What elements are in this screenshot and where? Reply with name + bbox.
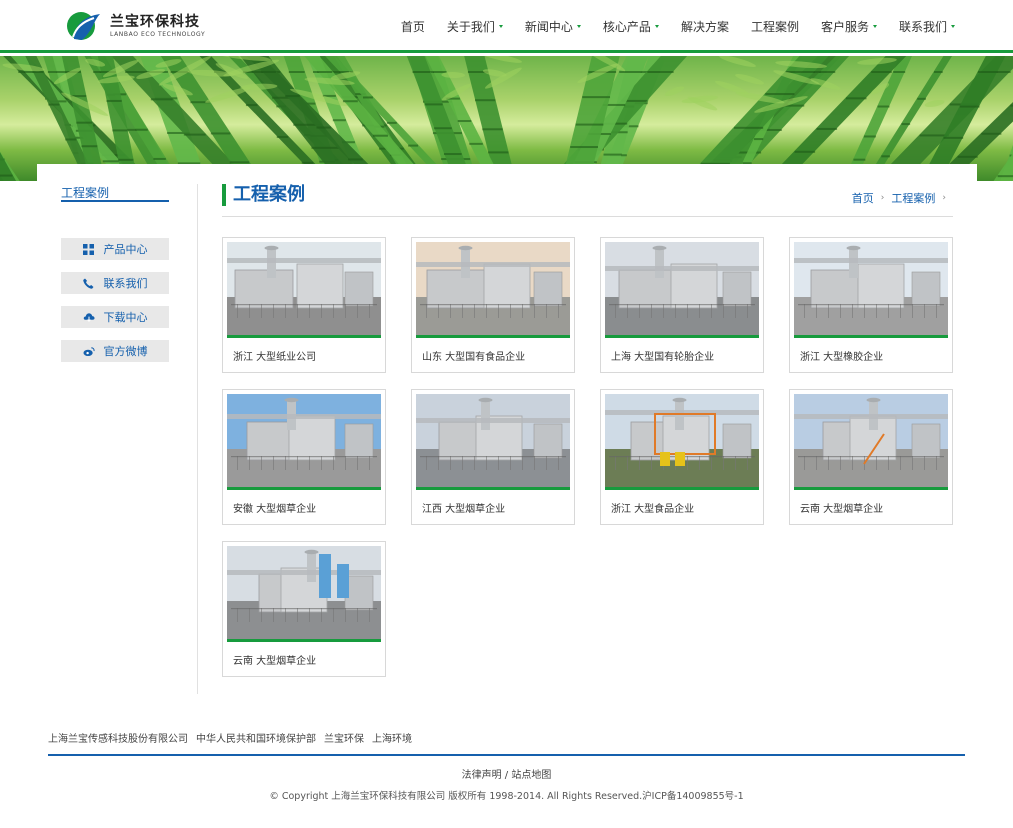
case-card[interactable]: 上海 大型国有轮胎企业 [600, 237, 764, 373]
nav-item-4[interactable]: 解决方案 [681, 18, 729, 35]
case-card[interactable]: 浙江 大型橡胶企业 [789, 237, 953, 373]
case-caption: 云南 大型烟草企业 [800, 504, 884, 515]
logo[interactable]: 兰宝环保科技 LANBAO ECO TECHNOLOGY [64, 10, 205, 42]
case-caption: 浙江 大型橡胶企业 [800, 352, 884, 363]
nav-item-6[interactable]: 客户服务 [821, 18, 877, 35]
footer-legal[interactable]: 法律声明 / 站点地图 [0, 766, 1013, 781]
sidebar: 工程案例 产品中心联系我们下载中心官方微博 [61, 184, 169, 362]
site-header: 兰宝环保科技 LANBAO ECO TECHNOLOGY 首页 关于我们 新闻中心 核… [0, 0, 1013, 53]
main-nav: 首页 关于我们 新闻中心 核心产品 解决方案 工程案例 客户服务 联系我们 [379, 0, 955, 53]
nav-item-7[interactable]: 联系我们 [899, 18, 955, 35]
case-photo [227, 546, 381, 642]
sidebar-button-3[interactable]: 官方微博 [61, 340, 169, 362]
case-card[interactable]: 浙江 大型食品企业 [600, 389, 764, 525]
grid-icon [83, 243, 95, 255]
breadcrumb: 首页 › 工程案例 › [852, 190, 953, 206]
case-photo [605, 394, 759, 490]
case-photo [416, 394, 570, 490]
sidebar-button-label: 联系我们 [103, 277, 148, 290]
case-card[interactable]: 浙江 大型纸业公司 [222, 237, 386, 373]
sidebar-button-label: 官方微博 [103, 345, 148, 358]
main-content-panel: 工程案例 产品中心联系我们下载中心官方微博 工程案例 首页 › 工程案例 › 浙… [37, 164, 977, 704]
sidebar-button-2[interactable]: 下载中心 [61, 306, 169, 328]
nav-item-label: 首页 [400, 20, 425, 34]
case-photo [794, 394, 948, 490]
nav-item-5[interactable]: 工程案例 [751, 18, 799, 35]
caret-down-icon [576, 25, 581, 28]
phone-icon [83, 277, 95, 289]
nav-item-2[interactable]: 新闻中心 [525, 18, 581, 35]
logo-name-en: LANBAO ECO TECHNOLOGY [110, 30, 206, 38]
nav-item-label: 关于我们 [446, 20, 495, 34]
footer-link-1[interactable]: 中华人民共和国环境保护部 [196, 730, 316, 745]
sidebar-button-label: 产品中心 [103, 243, 148, 256]
chevron-right-icon: › [880, 193, 885, 203]
breadcrumb-home[interactable]: 首页 [852, 190, 874, 206]
case-caption: 浙江 大型纸业公司 [233, 352, 317, 363]
title-underline [222, 216, 953, 217]
sidebar-button-1[interactable]: 联系我们 [61, 272, 169, 294]
sidebar-button-0[interactable]: 产品中心 [61, 238, 169, 260]
caret-down-icon [951, 25, 955, 28]
case-photo [605, 242, 759, 338]
caret-down-icon [872, 25, 877, 28]
case-caption: 云南 大型烟草企业 [233, 656, 317, 667]
nav-item-3[interactable]: 核心产品 [603, 18, 659, 35]
breadcrumb-current[interactable]: 工程案例 [891, 190, 935, 206]
nav-item-label: 解决方案 [680, 20, 729, 34]
footer-link-2[interactable]: 兰宝环保 [324, 730, 364, 745]
case-caption: 山东 大型国有食品企业 [422, 352, 526, 363]
footer-link-0[interactable]: 上海兰宝传感科技股份有限公司 [48, 730, 188, 745]
nav-item-label: 客户服务 [820, 20, 869, 34]
leaf-logo-icon [64, 10, 104, 42]
footer-links: 上海兰宝传感科技股份有限公司 中华人民共和国环境保护部 兰宝环保 上海环境 [48, 730, 420, 745]
vertical-divider [197, 184, 198, 694]
case-photo [227, 242, 381, 338]
case-caption: 江西 大型烟草企业 [422, 504, 506, 515]
case-photo [416, 242, 570, 338]
case-card[interactable]: 云南 大型烟草企业 [222, 541, 386, 677]
case-card[interactable]: 云南 大型烟草企业 [789, 389, 953, 525]
chevron-right-icon: › [942, 193, 946, 203]
footer-link-3[interactable]: 上海环境 [372, 730, 412, 745]
case-caption: 浙江 大型食品企业 [611, 504, 695, 515]
footer-copyright: © Copyright 上海兰宝环保科技有限公司 版权所有 1998-2014.… [269, 791, 744, 802]
case-card[interactable]: 安徽 大型烟草企业 [222, 389, 386, 525]
case-caption: 安徽 大型烟草企业 [233, 504, 317, 515]
case-photo [794, 242, 948, 338]
footer-divider [48, 754, 965, 756]
case-card[interactable]: 江西 大型烟草企业 [411, 389, 575, 525]
caret-down-icon [498, 25, 503, 28]
sidebar-button-label: 下载中心 [103, 311, 148, 324]
nav-item-label: 新闻中心 [524, 20, 573, 34]
bamboo-banner [0, 56, 1013, 181]
page-title: 工程案例 [222, 184, 305, 206]
logo-name-cn: 兰宝环保科技 [110, 13, 200, 30]
nav-item-0[interactable]: 首页 [401, 18, 425, 35]
case-caption: 上海 大型国有轮胎企业 [611, 352, 715, 363]
weibo-icon [82, 345, 95, 357]
sidebar-title: 工程案例 [61, 184, 169, 202]
caret-down-icon [654, 25, 659, 28]
nav-item-label: 工程案例 [750, 20, 799, 34]
nav-item-1[interactable]: 关于我们 [447, 18, 503, 35]
nav-item-label: 核心产品 [602, 20, 651, 34]
case-photo [227, 394, 381, 490]
case-card[interactable]: 山东 大型国有食品企业 [411, 237, 575, 373]
cloud-download-icon [83, 311, 95, 323]
nav-item-label: 联系我们 [898, 20, 947, 34]
